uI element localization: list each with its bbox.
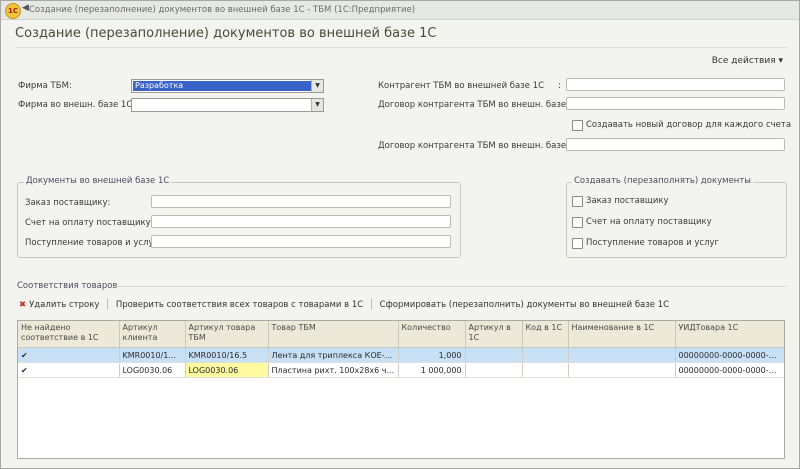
create-new-dogovor-checkbox[interactable] bbox=[572, 120, 583, 131]
table-header-row: Не найдено соответствие в 1С Артикул кли… bbox=[18, 321, 784, 348]
table-cell[interactable]: KMR0010/16.5 bbox=[185, 347, 269, 363]
table-row[interactable]: ✔ KMR0010/1... KMR0010/16.5 Лента для тр… bbox=[18, 347, 784, 363]
goods-table[interactable]: Не найдено соответствие в 1С Артикул кли… bbox=[17, 320, 785, 459]
table-cell[interactable] bbox=[465, 362, 523, 378]
table-cell[interactable] bbox=[522, 362, 569, 378]
schet-field[interactable] bbox=[151, 215, 451, 228]
chevron-down-icon[interactable]: ▼ bbox=[311, 99, 323, 111]
table-cell[interactable]: 00000000-0000-0000-0... bbox=[675, 362, 784, 378]
title-bar: 1C ◀ Создание (перезаполнение) документо… bbox=[1, 1, 799, 20]
dogovor-field[interactable] bbox=[566, 97, 785, 110]
table-cell[interactable]: Лента для триплекса КОЕ-... bbox=[268, 347, 399, 363]
dogovor2-field[interactable] bbox=[566, 138, 785, 151]
postuplenie-label: Поступление товаров и услуг: bbox=[25, 238, 161, 248]
column-header[interactable]: Не найдено соответствие в 1С bbox=[18, 321, 120, 348]
all-actions-menu[interactable]: Все действия ▾ bbox=[712, 56, 783, 66]
1c-logo-icon[interactable]: 1C bbox=[5, 3, 21, 19]
check-icon[interactable]: ✔ bbox=[18, 362, 120, 378]
check-all-button[interactable]: Проверить соответствия всех товаров с то… bbox=[116, 300, 363, 310]
goods-section-title: Соответствия товаров bbox=[17, 281, 118, 291]
table-cell[interactable]: LOG0030.06 bbox=[119, 362, 186, 378]
column-header[interactable]: Код в 1С bbox=[522, 321, 569, 348]
table-cell[interactable]: LOG0030.06 bbox=[185, 362, 269, 378]
column-header[interactable]: Товар ТБМ bbox=[268, 321, 399, 348]
postuplenie-field[interactable] bbox=[151, 235, 451, 248]
dogovor2-label: Договор контрагента ТБМ во внешн. базе: bbox=[378, 141, 569, 151]
table-cell[interactable] bbox=[568, 347, 676, 363]
column-header[interactable]: Наименование в 1С bbox=[568, 321, 676, 348]
dogovor-label: Договор контрагента ТБМ во внешн. базе: bbox=[378, 100, 569, 110]
kontragent-field[interactable] bbox=[566, 78, 785, 91]
back-arrow-icon[interactable]: ◀ bbox=[22, 3, 29, 13]
toolbar-separator bbox=[370, 299, 372, 309]
table-cell[interactable] bbox=[568, 362, 676, 378]
docs-group-title: Документы во внешней базе 1С bbox=[24, 176, 172, 186]
divider bbox=[15, 47, 787, 48]
create-schet-checkbox[interactable] bbox=[572, 217, 583, 228]
toolbar-separator bbox=[107, 299, 109, 309]
window-title: Создание (перезаполнение) документов во … bbox=[29, 5, 416, 15]
create-zakaz-checkbox[interactable] bbox=[572, 196, 583, 207]
zakaz-label: Заказ поставщику: bbox=[25, 198, 111, 208]
create-postuplenie-label: Поступление товаров и услуг bbox=[586, 238, 720, 248]
firma-ext-label: Фирма во внешн. базе 1С: bbox=[18, 100, 136, 110]
schet-label: Счет на оплату поставщику : bbox=[25, 218, 157, 228]
table-cell[interactable] bbox=[465, 347, 523, 363]
create-group-title: Создавать (перезаполнять) документы bbox=[572, 176, 754, 186]
main-window: 1C ◀ Создание (перезаполнение) документо… bbox=[0, 0, 800, 469]
form-docs-button[interactable]: Сформировать (перезаполнить) документы в… bbox=[380, 300, 669, 310]
firma-ext-select[interactable]: ▼ bbox=[131, 98, 324, 112]
table-cell[interactable]: 1 000,000 bbox=[398, 362, 466, 378]
delete-row-button[interactable]: ✖ Удалить строку bbox=[19, 300, 99, 310]
column-header[interactable]: Артикул в 1С bbox=[465, 321, 523, 348]
chevron-down-icon[interactable]: ▼ bbox=[311, 80, 323, 92]
zakaz-field[interactable] bbox=[151, 195, 451, 208]
column-header[interactable]: Количество bbox=[398, 321, 466, 348]
divider bbox=[113, 286, 787, 287]
firma-tbm-value: Разработка bbox=[133, 81, 311, 91]
delete-icon: ✖ bbox=[19, 299, 27, 310]
table-cell[interactable]: 1,000 bbox=[398, 347, 466, 363]
firma-tbm-select[interactable]: Разработка ▼ bbox=[131, 79, 324, 93]
kontragent-colon: : bbox=[558, 81, 561, 91]
create-zakaz-label: Заказ поставщику bbox=[586, 196, 669, 206]
column-header[interactable]: Артикул клиента bbox=[119, 321, 186, 348]
table-cell[interactable]: Пластина рихт. 100х28х6 ч... bbox=[268, 362, 399, 378]
table-cell[interactable]: KMR0010/1... bbox=[119, 347, 186, 363]
create-new-dogovor-label: Создавать новый договор для каждого счет… bbox=[586, 120, 792, 130]
kontragent-label: Контрагент ТБМ во внешней базе 1С bbox=[378, 81, 545, 91]
column-header[interactable]: УИДТовара 1С bbox=[675, 321, 784, 348]
table-cell[interactable] bbox=[522, 347, 569, 363]
check-icon[interactable]: ✔ bbox=[18, 347, 120, 363]
page-title: Создание (перезаполнение) документов во … bbox=[15, 26, 437, 41]
firma-tbm-label: Фирма ТБМ: bbox=[18, 81, 72, 91]
table-cell[interactable]: 00000000-0000-0000-0... bbox=[675, 347, 784, 363]
create-postuplenie-checkbox[interactable] bbox=[572, 238, 583, 249]
create-schet-label: Счет на оплату поставщику bbox=[586, 217, 712, 227]
delete-row-label: Удалить строку bbox=[29, 299, 100, 310]
goods-toolbar: ✖ Удалить строку Проверить соответствия в… bbox=[19, 299, 669, 310]
table-row[interactable]: ✔ LOG0030.06 LOG0030.06 Пластина рихт. 1… bbox=[18, 362, 784, 378]
column-header[interactable]: Артикул товара ТБМ bbox=[185, 321, 269, 348]
